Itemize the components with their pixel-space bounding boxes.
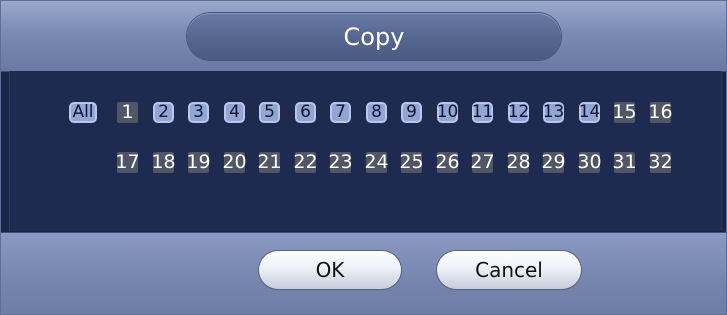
channel-checkbox-14[interactable]: 14 bbox=[579, 102, 600, 123]
channel-checkbox-23[interactable]: 23 bbox=[328, 152, 353, 173]
channel-all-checkbox[interactable]: All bbox=[69, 102, 97, 123]
channel-checkbox-20[interactable]: 20 bbox=[222, 152, 247, 173]
cancel-button[interactable]: Cancel bbox=[437, 251, 581, 289]
channel-checkbox-28[interactable]: 28 bbox=[506, 152, 531, 173]
channel-checkbox-16[interactable]: 16 bbox=[648, 102, 673, 123]
ok-button[interactable]: OK bbox=[259, 251, 401, 289]
channel-checkbox-18[interactable]: 18 bbox=[151, 152, 176, 173]
channel-checkbox-5[interactable]: 5 bbox=[259, 102, 280, 123]
channel-checkbox-11[interactable]: 11 bbox=[472, 102, 493, 123]
channel-checkbox-24[interactable]: 24 bbox=[364, 152, 389, 173]
title-bar: Copy bbox=[187, 13, 561, 60]
channel-checkbox-21[interactable]: 21 bbox=[257, 152, 282, 173]
channel-checkbox-29[interactable]: 29 bbox=[541, 152, 566, 173]
channel-checkbox-12[interactable]: 12 bbox=[508, 102, 529, 123]
channel-checkbox-8[interactable]: 8 bbox=[366, 102, 387, 123]
channel-checkbox-27[interactable]: 27 bbox=[470, 152, 495, 173]
channel-checkbox-17[interactable]: 17 bbox=[115, 152, 140, 173]
channel-checkbox-6[interactable]: 6 bbox=[295, 102, 316, 123]
channel-checkbox-31[interactable]: 31 bbox=[612, 152, 637, 173]
channel-checkbox-30[interactable]: 30 bbox=[577, 152, 602, 173]
copy-dialog: Copy All 1 2 3 4 5 6 7 8 9 10 11 12 13 14 15 16 17 18 19 20… bbox=[0, 0, 727, 315]
channel-checkbox-1[interactable]: 1 bbox=[117, 102, 138, 123]
channel-checkbox-4[interactable]: 4 bbox=[224, 102, 245, 123]
channel-checkbox-15[interactable]: 15 bbox=[612, 102, 637, 123]
channel-checkbox-13[interactable]: 13 bbox=[543, 102, 564, 123]
channel-checkbox-26[interactable]: 26 bbox=[435, 152, 460, 173]
dialog-header: Copy bbox=[1, 1, 726, 72]
channel-checkbox-10[interactable]: 10 bbox=[437, 102, 458, 123]
channel-checkbox-9[interactable]: 9 bbox=[401, 102, 422, 123]
channel-checkbox-3[interactable]: 3 bbox=[188, 102, 209, 123]
channel-checkbox-22[interactable]: 22 bbox=[293, 152, 318, 173]
channel-checkbox-7[interactable]: 7 bbox=[330, 102, 351, 123]
channel-checkbox-32[interactable]: 32 bbox=[648, 152, 673, 173]
dialog-title: Copy bbox=[343, 22, 405, 51]
channel-checkbox-19[interactable]: 19 bbox=[186, 152, 211, 173]
channel-checkbox-25[interactable]: 25 bbox=[399, 152, 424, 173]
channel-checkbox-2[interactable]: 2 bbox=[153, 102, 174, 123]
